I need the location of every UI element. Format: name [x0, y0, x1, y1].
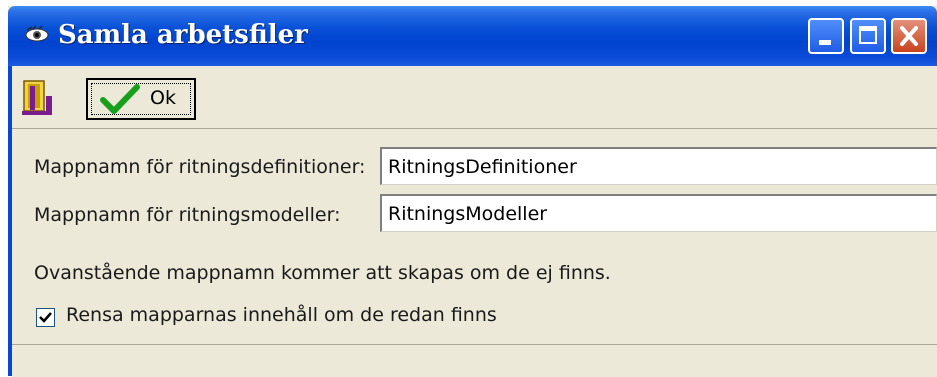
- exit-button[interactable]: [18, 78, 56, 118]
- window-title: Samla arbetsfiler: [58, 20, 308, 50]
- checkbox-check-icon: [39, 312, 52, 323]
- ok-label: Ok: [150, 87, 176, 109]
- minimize-icon: [819, 40, 831, 45]
- status-bar: [12, 344, 937, 377]
- minimize-button[interactable]: [808, 18, 844, 54]
- definitions-label: Mappnamn för ritningsdefinitioner:: [34, 156, 366, 178]
- eye-icon: [25, 25, 49, 42]
- ok-button[interactable]: Ok: [86, 78, 196, 120]
- close-button[interactable]: [891, 18, 927, 54]
- exit-door-icon: [22, 80, 52, 115]
- checkmark-icon: [100, 84, 140, 114]
- maximize-button[interactable]: [850, 18, 886, 54]
- info-text: Ovanstående mappnamn kommer att skapas o…: [34, 262, 611, 284]
- definitions-folder-input[interactable]: RitningsDefinitioner: [380, 147, 937, 185]
- dialog-window: Samla arbetsfiler Ok Mappnamn för ritnin…: [8, 6, 937, 377]
- clear-folders-label[interactable]: Rensa mapparnas innehåll om de redan fin…: [66, 304, 502, 326]
- models-label: Mappnamn för ritningsmodeller:: [34, 204, 341, 226]
- toolbar: Ok: [12, 66, 937, 129]
- models-folder-input[interactable]: RitningsModeller: [380, 194, 937, 232]
- clear-folders-checkbox[interactable]: [36, 308, 55, 327]
- maximize-icon: [859, 26, 877, 44]
- close-icon: [900, 26, 918, 46]
- title-bar[interactable]: Samla arbetsfiler: [8, 6, 937, 66]
